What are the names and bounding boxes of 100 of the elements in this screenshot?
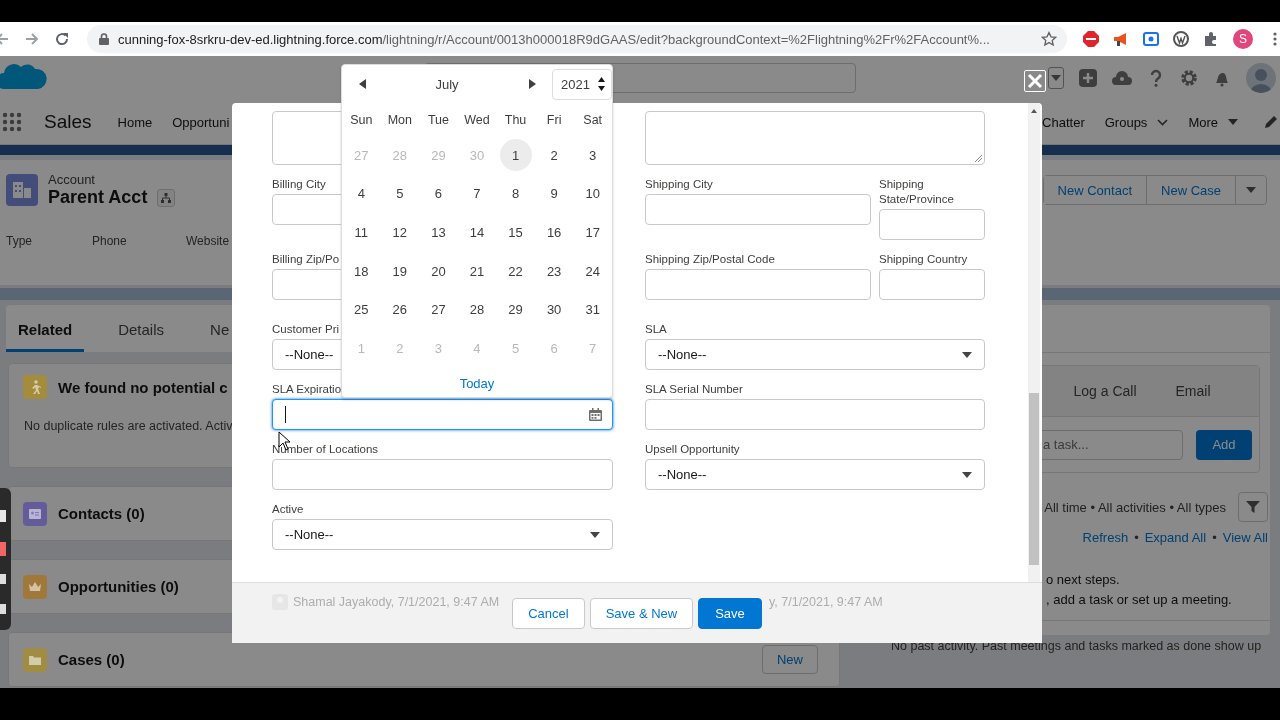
nav-item[interactable]: More: [1188, 114, 1218, 130]
calendar-day[interactable]: 31: [576, 293, 609, 326]
input-field[interactable]: [879, 269, 985, 300]
favorites-dropdown[interactable]: [1048, 67, 1064, 89]
calendar-day[interactable]: 27: [422, 293, 455, 326]
activity-text: o next steps.: [1046, 571, 1121, 589]
globe-icon[interactable]: [1173, 31, 1189, 47]
spinner-icon: [598, 77, 605, 91]
calendar-day[interactable]: 30: [538, 293, 571, 326]
forward-arrow-icon[interactable]: [24, 31, 40, 47]
month-label: July: [434, 76, 460, 92]
weekday-label: Sun: [349, 113, 374, 127]
year-select[interactable]: 2021: [552, 68, 612, 100]
calendar-day[interactable]: 24: [576, 255, 609, 288]
weekday-label: Sat: [582, 113, 604, 127]
hierarchy-button[interactable]: [157, 188, 176, 207]
calendar-day[interactable]: 25: [345, 293, 378, 326]
filter-button[interactable]: [1238, 492, 1268, 522]
nav-item[interactable]: Home: [117, 114, 153, 130]
calendar-day[interactable]: 11: [345, 216, 378, 249]
calendar-day[interactable]: 9: [538, 177, 571, 210]
star-icon[interactable]: [1041, 31, 1057, 47]
input-field[interactable]: [645, 269, 871, 300]
tab[interactable]: Related: [6, 321, 85, 352]
calendar-day[interactable]: 5: [383, 177, 416, 210]
previous-month-icon[interactable]: [358, 79, 366, 89]
calendar-day[interactable]: 17: [576, 216, 609, 249]
calendar-day[interactable]: 7: [461, 177, 493, 210]
calendar-day[interactable]: 15: [499, 216, 532, 249]
tab[interactable]: Details: [106, 321, 177, 352]
field-label: Type: [6, 234, 33, 248]
calendar-day[interactable]: 22: [499, 255, 532, 288]
scrollbar-thumb[interactable]: [1029, 393, 1039, 565]
footer-button[interactable]: Save & New: [589, 598, 694, 629]
calendar-day[interactable]: 6: [422, 177, 455, 210]
reload-icon[interactable]: [54, 31, 70, 47]
megaphone-icon[interactable]: [1113, 31, 1129, 47]
select-field[interactable]: --None--: [645, 459, 985, 490]
caret-icon: [1228, 119, 1238, 125]
calendar-day[interactable]: 4: [345, 177, 378, 210]
stop-sign-icon[interactable]: [1083, 31, 1099, 47]
address-bar[interactable]: cunning-fox-8srkru-dev-ed.lightning.force.com/lightning/r/Account/0013h000018R9dGAAS/edit?backgroundContext=%2Flightning%2Fr%2FAccount%...: [87, 25, 1067, 53]
nav-item[interactable]: Opportuni: [172, 114, 230, 130]
calendar-day[interactable]: 8: [499, 177, 532, 210]
calendar-day[interactable]: 10: [576, 177, 609, 210]
calendar-day[interactable]: 3: [576, 139, 609, 172]
field-label: SLA Serial Number: [645, 382, 743, 397]
more-icon[interactable]: [1273, 31, 1277, 47]
calendar-icon[interactable]: [589, 408, 602, 421]
activity-tab[interactable]: Log a Call: [1061, 383, 1149, 399]
screen-icon[interactable]: [1143, 31, 1159, 47]
nav-item[interactable]: Chatter: [1042, 114, 1085, 130]
input-field[interactable]: [645, 399, 985, 430]
calendar-day[interactable]: 14: [461, 216, 493, 249]
card-title[interactable]: Cases (0): [58, 651, 125, 668]
calendar-day[interactable]: 13: [422, 216, 455, 249]
plus-icon[interactable]: [1079, 69, 1097, 87]
calendar-day[interactable]: 18: [345, 255, 378, 288]
profile-avatar[interactable]: S: [1233, 29, 1253, 49]
calendar-day[interactable]: 12: [383, 216, 416, 249]
field-label: Active: [272, 502, 304, 517]
user-avatar[interactable]: [1246, 63, 1276, 93]
scroll-up-icon[interactable]: [1031, 109, 1037, 113]
settings-icon[interactable]: [1180, 69, 1198, 87]
nav-item[interactable]: Groups: [1104, 114, 1148, 130]
calendar-day[interactable]: 16: [538, 216, 571, 249]
card-title[interactable]: Contacts (0): [58, 505, 145, 522]
select-field[interactable]: --None--: [272, 519, 613, 550]
card-title[interactable]: Opportunities (0): [58, 578, 179, 595]
app-launcher-icon[interactable]: [2, 112, 22, 132]
input-field[interactable]: [645, 194, 871, 225]
save-button[interactable]: Save: [698, 598, 762, 629]
resize-grip-icon: [974, 154, 982, 162]
close-button[interactable]: [1024, 70, 1046, 92]
activity-tab[interactable]: Email: [1149, 383, 1237, 399]
calendar-day[interactable]: 28: [461, 293, 493, 326]
calendar-day[interactable]: 1: [499, 139, 532, 172]
back-arrow-icon[interactable]: [0, 31, 10, 47]
next-month-icon[interactable]: [528, 79, 536, 89]
select-field[interactable]: --None--: [645, 339, 985, 370]
calendar-day[interactable]: 2: [538, 139, 571, 172]
today-link[interactable]: Today: [459, 375, 495, 391]
field-label: Website: [186, 234, 230, 248]
calendar-day[interactable]: 23: [538, 255, 571, 288]
date-field[interactable]: [272, 399, 613, 430]
pencil-icon[interactable]: [1264, 115, 1278, 129]
close-icon: [1027, 73, 1043, 89]
puzzle-icon[interactable]: [1203, 31, 1219, 47]
input-field[interactable]: [272, 459, 613, 490]
calendar-day[interactable]: 20: [422, 255, 455, 288]
field-label: SLA Expiratio: [272, 382, 342, 397]
calendar-day[interactable]: 29: [499, 293, 532, 326]
calendar-day[interactable]: 19: [383, 255, 416, 288]
weekday-label: Wed: [463, 113, 491, 127]
input-field[interactable]: [879, 209, 985, 240]
footer-button[interactable]: Cancel: [512, 598, 585, 629]
calendar-day[interactable]: 26: [383, 293, 416, 326]
calendar-day[interactable]: 21: [461, 255, 493, 288]
cloud-icon[interactable]: [1112, 69, 1132, 87]
field-label: Phone: [92, 234, 128, 248]
